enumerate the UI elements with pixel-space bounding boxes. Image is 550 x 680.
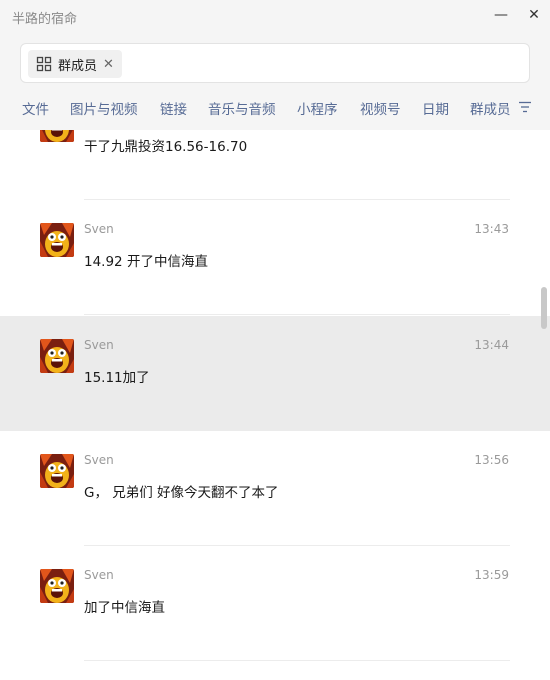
- window-title: 半路的宿命: [12, 12, 78, 27]
- category-tabs: 文件 图片与视频 链接 音乐与音频 小程序 视频号 日期 群成员: [0, 92, 550, 124]
- avatar[interactable]: [40, 339, 74, 373]
- avatar[interactable]: [40, 223, 74, 257]
- message-text: G， 兄弟们 好像今天翻不了本了: [84, 485, 279, 501]
- avatar[interactable]: [40, 130, 74, 142]
- tab-images-videos[interactable]: 图片与视频: [70, 98, 138, 118]
- avatar[interactable]: [40, 569, 74, 603]
- message-text: 14.92 开了中信海直: [84, 254, 208, 270]
- message-time: 13:56: [474, 453, 509, 467]
- message-sender: Sven: [84, 568, 114, 582]
- tab-links[interactable]: 链接: [160, 98, 187, 118]
- filter-icon[interactable]: [518, 99, 532, 113]
- message-row[interactable]: Sven 13:44 15.11加了: [0, 316, 550, 431]
- message-row[interactable]: Sven 13:43 14.92 开了中信海直: [0, 200, 550, 315]
- filter-chip[interactable]: 群成员 ✕: [28, 50, 122, 78]
- title-bar: 半路的宿命 — ✕: [0, 0, 550, 34]
- tab-mini-programs[interactable]: 小程序: [297, 98, 338, 118]
- message-row[interactable]: Sven 13:59 加了中信海直: [0, 546, 550, 661]
- search-input[interactable]: 群成员 ✕: [20, 43, 530, 83]
- grid-icon: [36, 56, 52, 72]
- message-time: 13:59: [474, 568, 509, 582]
- tab-music-audio[interactable]: 音乐与音频: [208, 98, 276, 118]
- tab-date[interactable]: 日期: [422, 98, 449, 118]
- message-text: 干了九鼎投资16.56-16.70: [84, 139, 248, 155]
- minimize-icon: —: [494, 7, 508, 23]
- message-sender: Sven: [84, 222, 114, 236]
- message-text: 15.11加了: [84, 370, 150, 386]
- message-row[interactable]: Sven 13:56 G， 兄弟们 好像今天翻不了本了: [0, 431, 550, 546]
- tab-files[interactable]: 文件: [22, 98, 49, 118]
- tab-channels[interactable]: 视频号: [360, 98, 401, 118]
- row-divider: [84, 660, 510, 661]
- message-sender: Sven: [84, 338, 114, 352]
- message-sender: Sven: [84, 453, 114, 467]
- filter-chip-label: 群成员: [58, 58, 98, 74]
- chip-close-icon[interactable]: ✕: [103, 57, 114, 72]
- message-time: 13:43: [474, 222, 509, 236]
- message-list[interactable]: 干了九鼎投资16.56-16.70 Sven 13:43 14.92 开了中信海…: [0, 130, 550, 680]
- tab-group-members[interactable]: 群成员: [470, 98, 511, 118]
- message-time: 13:44: [474, 338, 509, 352]
- message-row[interactable]: 干了九鼎投资16.56-16.70: [0, 130, 550, 200]
- message-text: 加了中信海直: [84, 600, 165, 616]
- minimize-button[interactable]: —: [487, 4, 515, 26]
- close-icon: ✕: [528, 7, 540, 23]
- scrollbar-thumb[interactable]: [541, 287, 547, 329]
- avatar[interactable]: [40, 454, 74, 488]
- row-divider: [84, 314, 510, 315]
- close-window-button[interactable]: ✕: [520, 4, 548, 26]
